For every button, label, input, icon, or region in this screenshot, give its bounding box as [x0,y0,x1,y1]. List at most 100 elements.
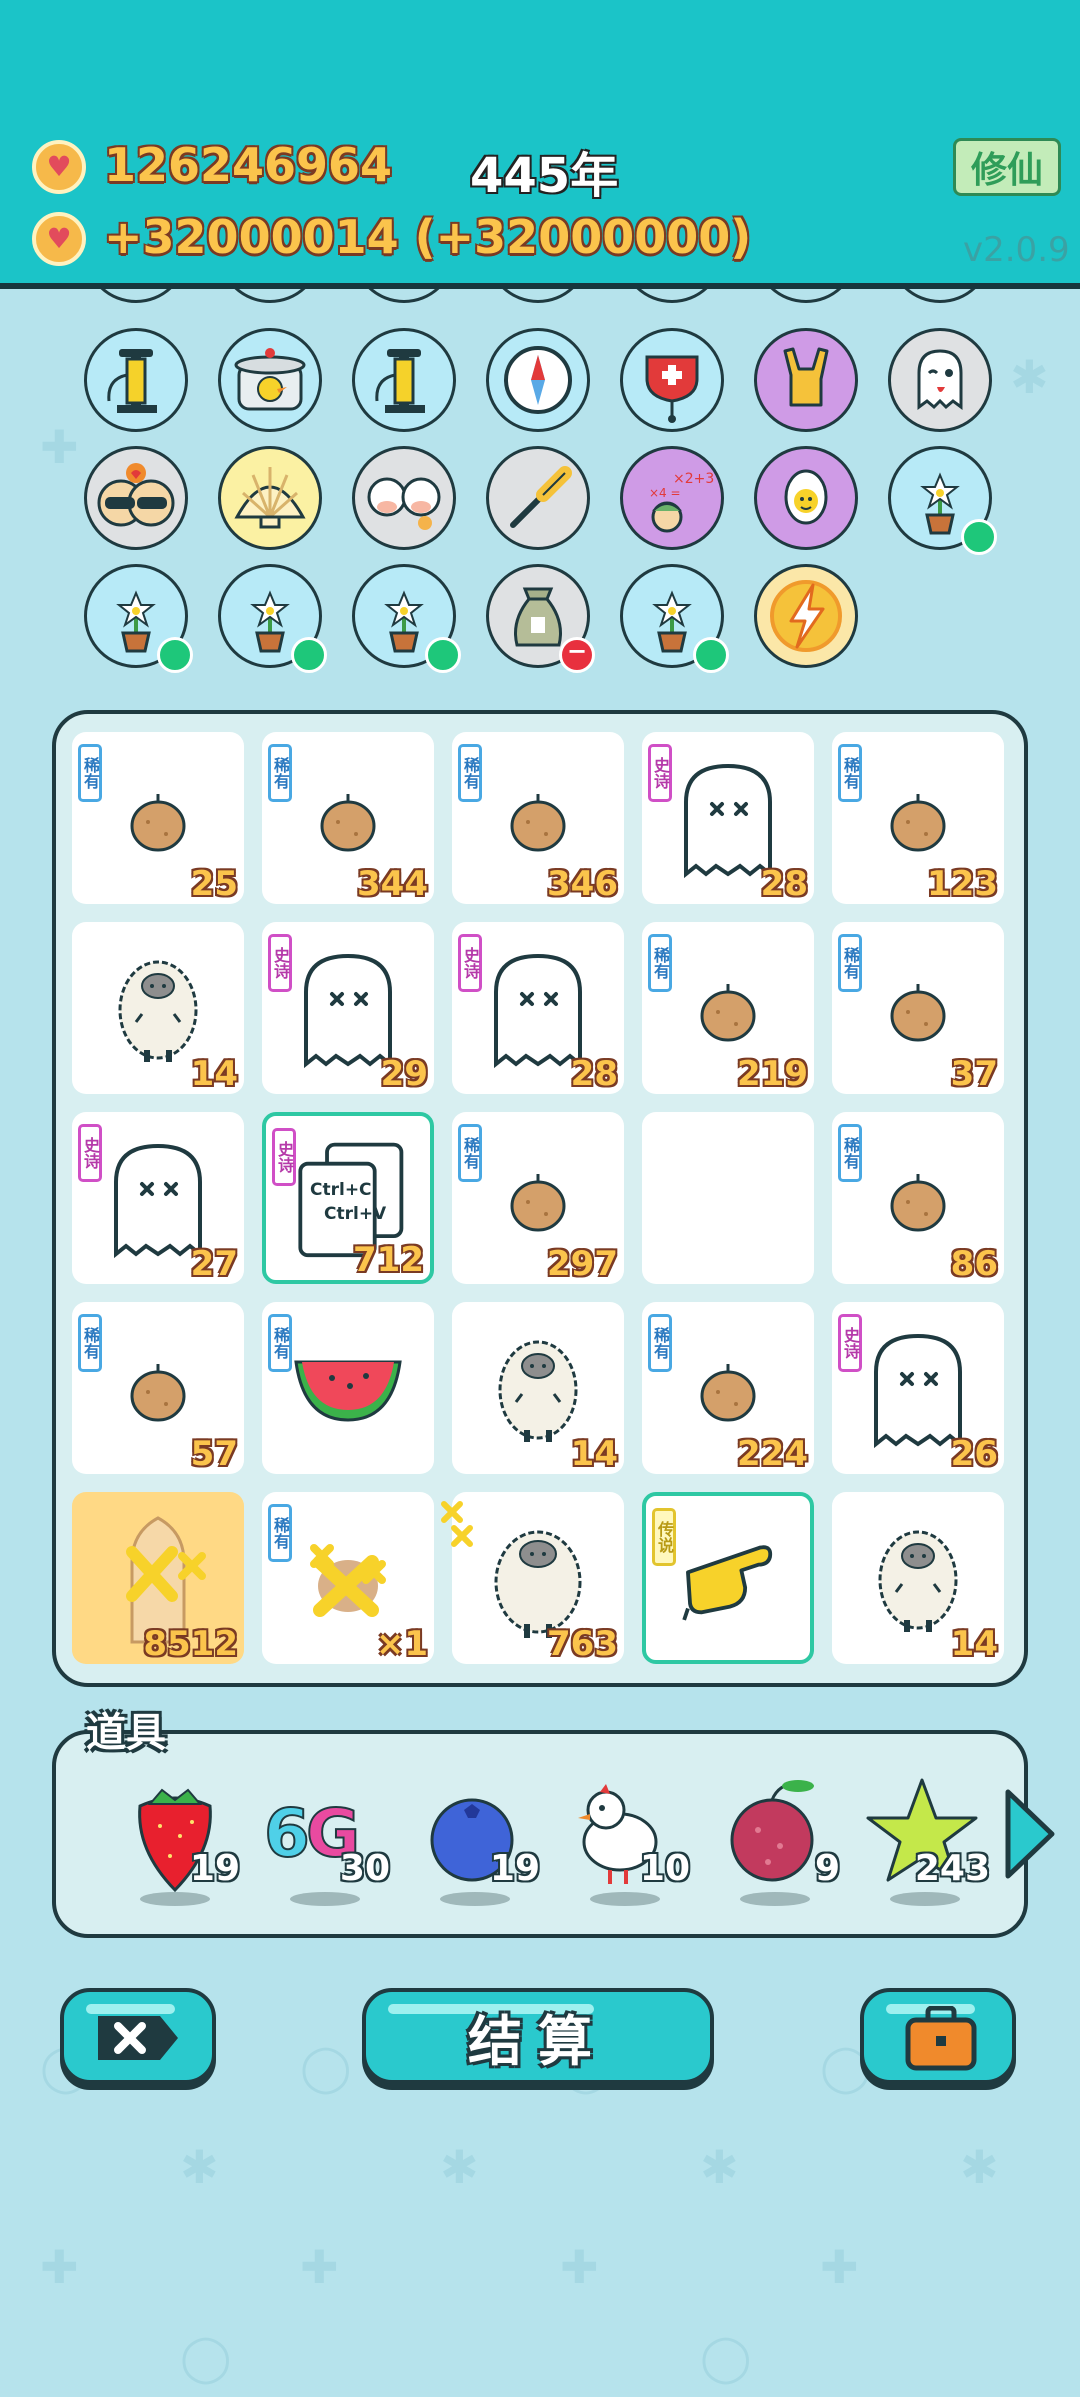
board-slot[interactable]: 史诗 27 [72,1112,244,1284]
svg-text:×4 =: ×4 = [649,486,681,500]
relic-slot[interactable] [352,564,461,673]
screwdriver-icon [510,466,572,528]
rarity-tag-rare: 稀有 [838,744,862,802]
board-slot[interactable]: 稀有 86 [832,1112,1004,1284]
item-count: 14 [570,1434,618,1474]
rarity-tag-rare: 稀有 [648,934,672,992]
income-coin-icon: ♥ [32,212,86,266]
relic-strip-top [0,289,1080,315]
rarity-tag-rare: 稀有 [268,1504,292,1562]
active-status-dot [961,519,997,555]
relic-slot[interactable] [888,328,992,432]
blood-bag-icon [645,355,699,423]
compass-icon [504,346,572,414]
background-pattern: ✚ [40,2240,79,2294]
board-slot[interactable]: 14 [832,1492,1004,1664]
background-pattern: ◯ [180,2330,232,2384]
relic-slot[interactable] [486,328,590,432]
relic-slot[interactable] [486,446,590,550]
prop-item[interactable]: 19 [410,1770,540,1906]
board-slot[interactable]: 稀有 57 [72,1302,244,1474]
prop-item[interactable]: 6 G 30 [260,1770,390,1906]
relic-slot[interactable] [84,328,188,432]
briefcase-icon [905,2006,977,2071]
cultivation-mode-button[interactable]: 修仙 [953,138,1061,196]
relic-slot[interactable] [352,328,456,432]
relic-slot[interactable] [218,328,322,432]
board-slot[interactable]: 稀有 ×1 [262,1492,434,1664]
board-slot[interactable]: 稀有 [262,1302,434,1474]
rock-hand-icon [783,347,829,407]
relic-slot[interactable] [754,328,858,432]
relic-slot[interactable] [218,446,322,550]
relic-slot[interactable] [620,564,729,673]
board-slot[interactable]: 14 [72,922,244,1094]
relic-slot[interactable] [218,564,327,673]
prop-count: 9 [814,1848,840,1889]
props-title: 道具 [86,1710,166,1756]
paste-text: Ctrl+V [324,1204,387,1224]
board-slot[interactable]: 稀有 346 [452,732,624,904]
board-slot[interactable]: 稀有 344 [262,732,434,904]
board-slot[interactable]: 8512 [72,1492,244,1664]
coin-icon: ♥ [32,140,86,194]
relic-slot[interactable]: − [486,564,595,673]
inventory-bag-button[interactable] [860,1988,1016,2084]
item-count: 57 [190,1434,238,1474]
relic-slot[interactable] [754,564,858,668]
prop-item[interactable]: 10 [560,1770,690,1906]
prop-item[interactable]: 243 [860,1770,990,1906]
relic-slot[interactable] [620,328,724,432]
board-slot[interactable]: Ctrl+C Ctrl+V 史诗 712 [262,1112,434,1284]
board-slot[interactable]: 稀有 25 [72,732,244,904]
relic-slot[interactable] [352,446,456,550]
item-count: 344 [357,864,428,904]
year-counter: 445年 [470,148,619,204]
item-count: 28 [760,864,808,904]
slot-board: 稀有 25 稀有 344 稀有 346 史诗 28 稀有 123 14 史诗 29 史诗 28 稀有 219 稀有… [52,710,1028,1687]
prop-item[interactable]: 9 [710,1770,840,1906]
board-slot[interactable]: 传说 [642,1492,814,1664]
prop-item[interactable]: 19 [110,1770,240,1906]
close-button[interactable] [60,1988,216,2084]
board-slot[interactable]: 稀有 224 [642,1302,814,1474]
board-slot[interactable]: 史诗 26 [832,1302,1004,1474]
board-slot[interactable]: 稀有 37 [832,922,1004,1094]
background-pattern: ✱ [700,2140,739,2194]
item-count: 28 [570,1054,618,1094]
item-count: 224 [737,1434,808,1474]
prop-shadow [140,1892,210,1906]
relic-slot[interactable]: ×2+3 ×4 = [620,446,724,550]
background-pattern: ✱ [1010,350,1049,404]
prop-count: 30 [339,1848,390,1889]
board-slot[interactable]: 稀有 297 [452,1112,624,1284]
board-slot[interactable]: 14 [452,1302,624,1474]
svg-text:6: 6 [264,1795,310,1872]
background-pattern: ✚ [300,2240,339,2294]
prop-shadow [440,1892,510,1906]
board-slot[interactable] [642,1112,814,1284]
relic-slot[interactable] [84,446,188,550]
prop-shadow [590,1892,660,1906]
board-slot[interactable]: 稀有 219 [642,922,814,1094]
item-count: 297 [547,1244,618,1284]
board-slot[interactable]: 史诗 28 [642,732,814,904]
props-next-arrow-icon[interactable] [1000,1784,1060,1884]
relic-slot[interactable] [84,564,193,673]
relic-slot[interactable] [888,446,997,555]
item-count: 712 [353,1240,424,1280]
board-slot[interactable]: 稀有 123 [832,732,1004,904]
version-label: v2.0.9 [963,230,1070,270]
rarity-tag-legendary: 传说 [652,1508,676,1566]
board-slot[interactable]: 史诗 28 [452,922,624,1094]
relic-slot[interactable] [754,446,858,550]
board-slot[interactable]: 史诗 29 [262,922,434,1094]
background-pattern: ✱ [180,2140,219,2194]
background-pattern: ✚ [820,2240,859,2294]
board-slot[interactable]: 763 [441,1492,624,1664]
sunglasses-cats-icon [97,463,175,527]
settle-button[interactable]: 结算 [362,1988,714,2084]
rarity-tag-rare: 稀有 [648,1314,672,1372]
coin-income: +32000014 (+32000000) [104,210,752,264]
item-count: 29 [380,1054,428,1094]
